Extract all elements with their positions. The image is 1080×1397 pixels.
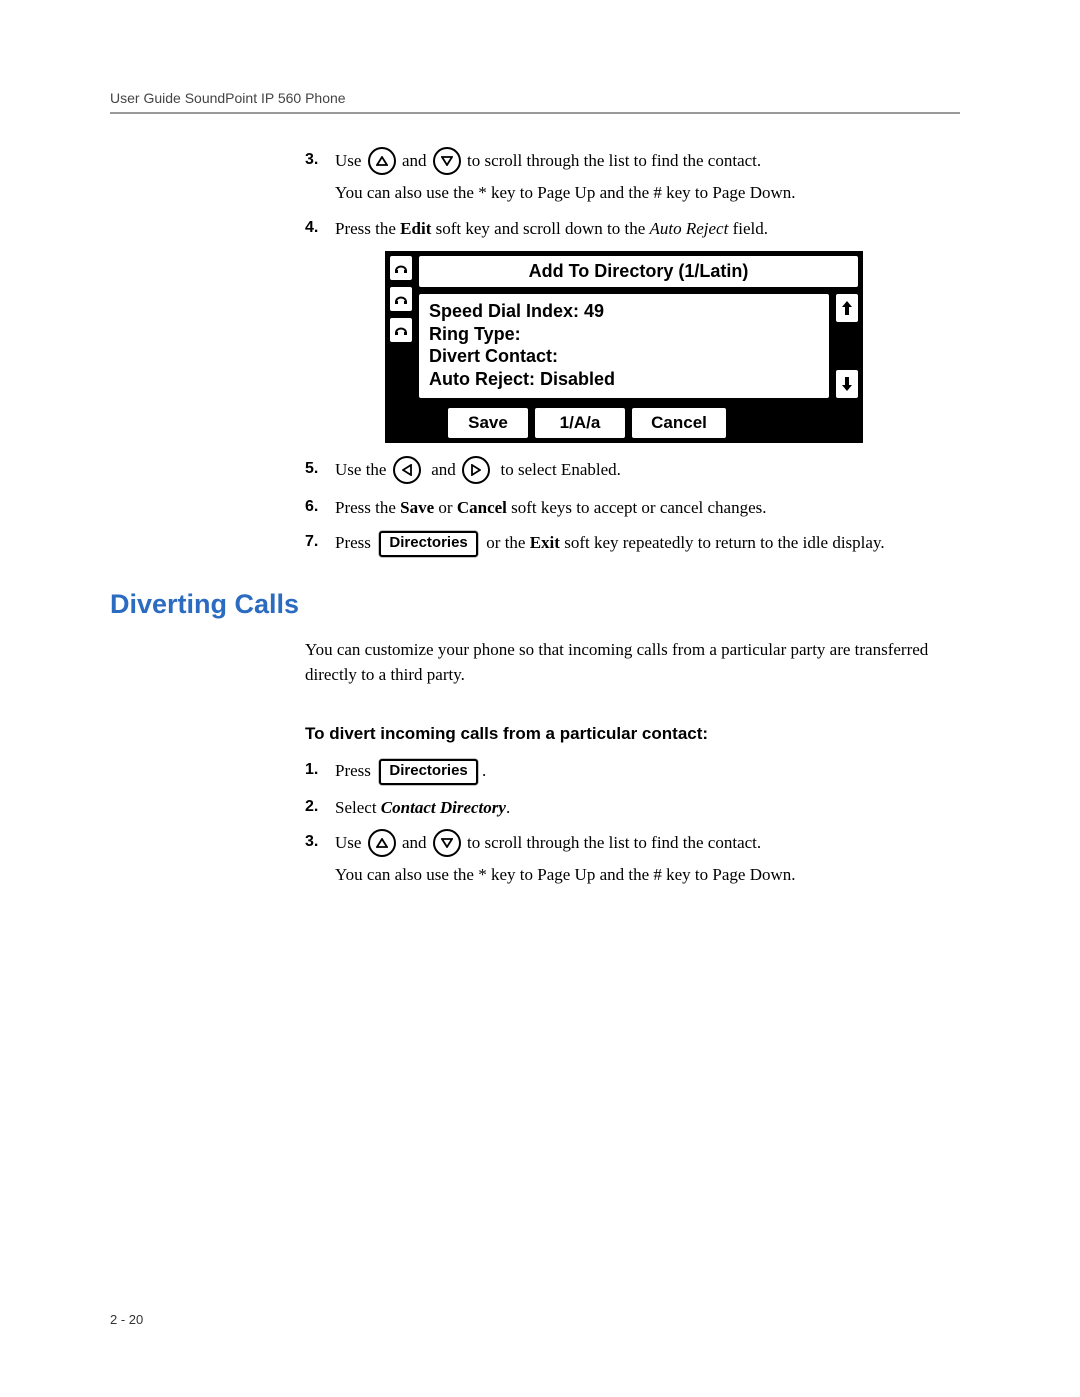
text: and — [402, 833, 427, 852]
step-4: 4. Press the Edit soft key and scroll do… — [305, 216, 960, 443]
down-arrow-icon — [433, 829, 461, 857]
text: to select Enabled. — [501, 460, 621, 479]
bold-term: Save — [400, 498, 434, 517]
italic-term: Auto Reject — [650, 219, 729, 238]
up-arrow-icon — [368, 147, 396, 175]
page-header: User Guide SoundPoint IP 560 Phone — [110, 90, 960, 114]
page-number: 2 - 20 — [110, 1312, 143, 1327]
directories-button: Directories — [379, 759, 477, 785]
down-arrow-icon — [433, 147, 461, 175]
step-number: 1. — [305, 758, 318, 782]
bold-term: Exit — [530, 533, 560, 552]
text: field. — [728, 219, 768, 238]
text: Press — [335, 761, 371, 780]
step-note: You can also use the * key to Page Up an… — [335, 862, 960, 888]
text: to scroll through the list to find the c… — [467, 833, 761, 852]
up-arrow-icon — [368, 829, 396, 857]
text: and — [402, 151, 427, 170]
phone-line: Divert Contact: — [429, 345, 819, 368]
text: . — [506, 798, 510, 817]
d-step-1: 1. Press Directories . — [305, 758, 960, 785]
text: Use — [335, 151, 361, 170]
text: . — [482, 761, 486, 780]
step-7: 7. Press Directories or the Exit soft ke… — [305, 530, 960, 557]
phone-softkeys: Save 1/A/a Cancel — [417, 406, 860, 440]
line-key-icon — [388, 316, 414, 344]
directories-button: Directories — [379, 531, 477, 557]
text: and — [431, 460, 456, 479]
softkey-mode: 1/A/a — [533, 406, 627, 440]
softkey-cancel: Cancel — [630, 406, 728, 440]
text: or the — [486, 533, 529, 552]
phone-screen: Add To Directory (1/Latin) Speed Dial In… — [385, 251, 863, 443]
bold-term: Cancel — [457, 498, 507, 517]
phone-line: Ring Type: — [429, 323, 819, 346]
phone-line: Auto Reject: Disabled — [429, 368, 819, 391]
step-number: 6. — [305, 495, 318, 519]
text: Press the — [335, 219, 400, 238]
text: Press — [335, 533, 371, 552]
d-step-3: 3. Use and to scroll through the list to… — [305, 830, 960, 888]
right-arrow-icon — [462, 456, 490, 484]
step-3: 3. Use and to scroll through the list to… — [305, 148, 960, 206]
step-number: 3. — [305, 830, 318, 854]
scroll-down-icon — [834, 368, 860, 400]
scroll-up-icon — [834, 292, 860, 324]
step-number: 2. — [305, 795, 318, 819]
text: soft key repeatedly to return to the idl… — [560, 533, 885, 552]
text: or — [434, 498, 457, 517]
subheading-divert: To divert incoming calls from a particul… — [305, 724, 960, 744]
text: Select — [335, 798, 381, 817]
bold-term: Edit — [400, 219, 431, 238]
phone-line: Speed Dial Index: 49 — [429, 300, 819, 323]
step-number: 5. — [305, 457, 318, 481]
text: to scroll through the list to find the c… — [467, 151, 761, 170]
section-heading-diverting-calls: Diverting Calls — [110, 589, 960, 620]
step-note: You can also use the * key to Page Up an… — [335, 180, 960, 206]
step-number: 4. — [305, 216, 318, 240]
step-number: 3. — [305, 148, 318, 172]
section-intro: You can customize your phone so that inc… — [305, 638, 960, 687]
d-step-2: 2. Select Contact Directory. — [305, 795, 960, 821]
phone-line-keys — [388, 254, 417, 440]
text: Press the — [335, 498, 400, 517]
left-arrow-icon — [393, 456, 421, 484]
line-key-icon — [388, 254, 414, 282]
phone-body: Speed Dial Index: 49 Ring Type: Divert C… — [417, 292, 831, 400]
step-6: 6. Press the Save or Cancel soft keys to… — [305, 495, 960, 521]
softkey-save: Save — [446, 406, 530, 440]
step-5: 5. Use the and to select Enabled. — [305, 457, 960, 485]
text: soft keys to accept or cancel changes. — [507, 498, 767, 517]
step-number: 7. — [305, 530, 318, 554]
text: Use — [335, 833, 361, 852]
text: Use the — [335, 460, 386, 479]
line-key-icon — [388, 285, 414, 313]
phone-title: Add To Directory (1/Latin) — [417, 254, 860, 289]
italic-term: Contact Directory — [381, 798, 506, 817]
text: soft key and scroll down to the — [431, 219, 649, 238]
